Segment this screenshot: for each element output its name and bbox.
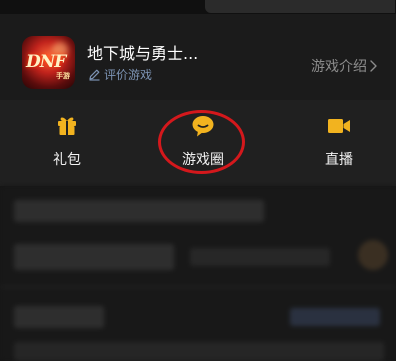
app-icon-logo-text: DNF [26, 52, 66, 72]
rate-game-button[interactable]: 评价游戏 [88, 66, 152, 83]
blurred-block [14, 342, 384, 361]
feature-gift[interactable]: 礼包 [27, 113, 107, 169]
app-icon-sub-text: 手游 [56, 72, 70, 80]
game-header: DNF 手游 地下城与勇士... 评价游戏 游戏介绍 [0, 14, 396, 100]
blurred-block [14, 200, 264, 222]
gift-icon [54, 113, 80, 139]
blurred-block [14, 306, 104, 328]
top-bar-fragment [205, 0, 395, 13]
rate-game-label: 评价游戏 [104, 68, 153, 82]
feature-gift-label: 礼包 [53, 152, 81, 168]
blurred-block [14, 244, 174, 270]
blurred-block [358, 240, 388, 270]
top-status-strip [0, 0, 396, 14]
feature-live-label: 直播 [325, 152, 353, 168]
game-title: 地下城与勇士... [87, 44, 199, 63]
game-app-icon[interactable]: DNF 手游 [22, 36, 75, 89]
game-intro-link[interactable]: 游戏介绍 [311, 56, 378, 76]
blurred-block [0, 286, 396, 288]
pencil-icon [89, 69, 100, 81]
video-camera-icon [326, 113, 352, 139]
chevron-right-icon [370, 60, 377, 72]
game-intro-label: 游戏介绍 [311, 59, 367, 75]
feature-live[interactable]: 直播 [299, 113, 379, 169]
blurred-block [190, 248, 330, 266]
blurred-block [290, 308, 380, 326]
blurred-content-area [0, 186, 396, 361]
highlight-annotation-circle [158, 110, 245, 174]
